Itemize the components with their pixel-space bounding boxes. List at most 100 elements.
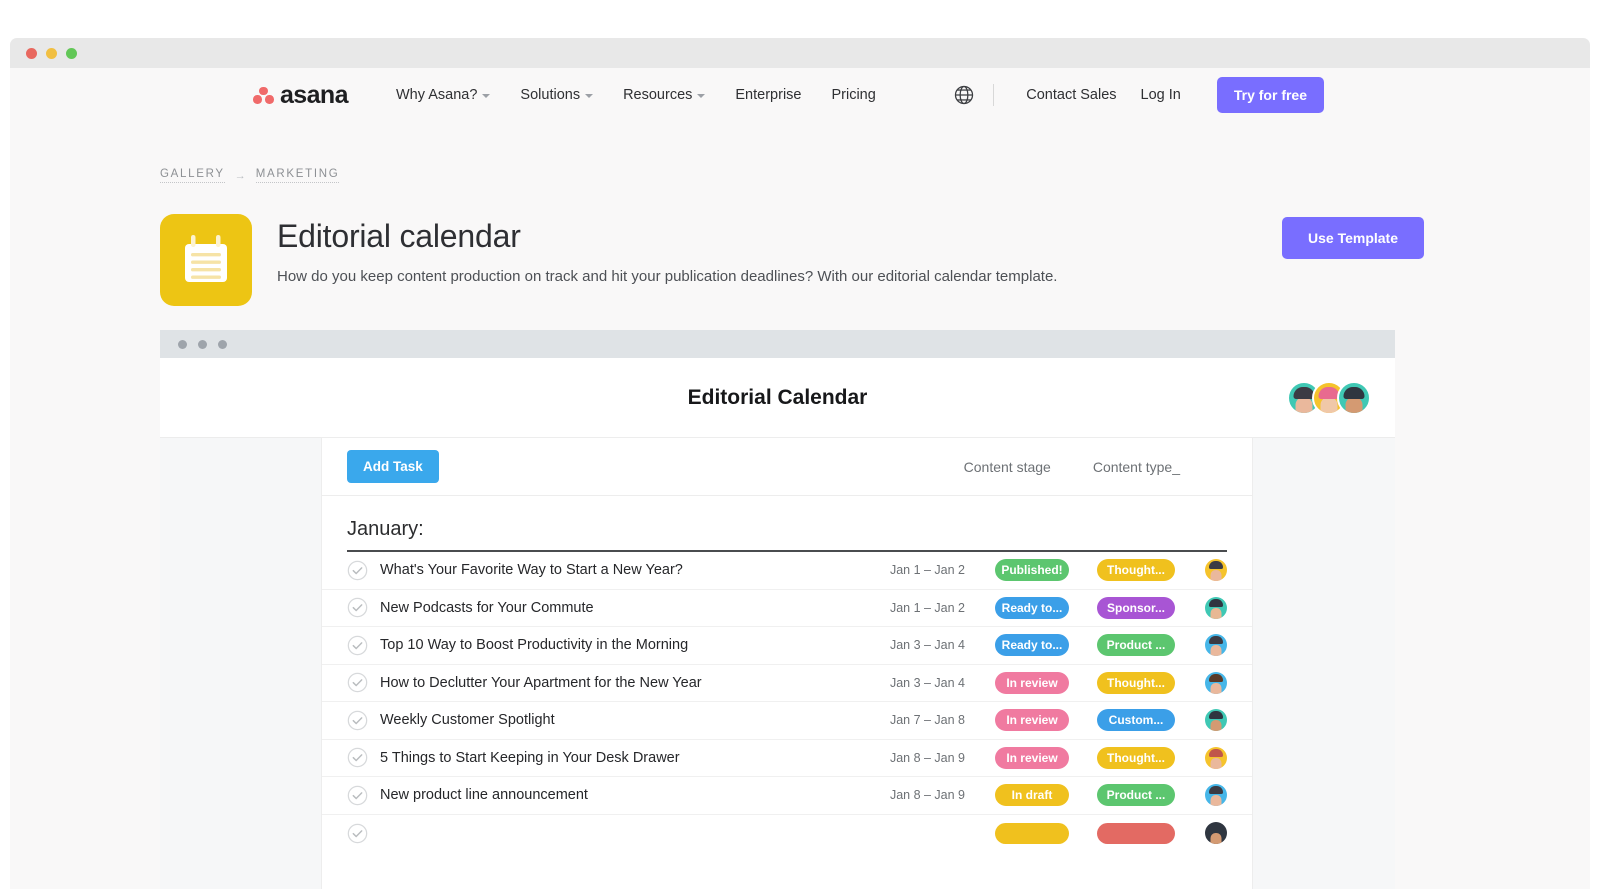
content-type-tag[interactable]: Product ... xyxy=(1097,634,1175,657)
use-template-button[interactable]: Use Template xyxy=(1282,217,1424,259)
task-row[interactable] xyxy=(322,815,1252,853)
browser-titlebar xyxy=(10,38,1590,68)
app-window-maximize-button[interactable] xyxy=(218,339,227,349)
content-stage-tag[interactable]: In review xyxy=(995,709,1069,732)
task-complete-checkbox-icon[interactable] xyxy=(347,560,368,581)
globe-icon[interactable] xyxy=(953,84,975,106)
content-stage-tag[interactable] xyxy=(995,822,1069,844)
app-window-close-button[interactable] xyxy=(178,339,187,349)
task-row[interactable]: Top 10 Way to Boost Productivity in the … xyxy=(322,627,1252,665)
task-date-range[interactable]: Jan 3 – Jan 4 xyxy=(857,676,965,690)
breadcrumb-item-gallery[interactable]: GALLERY xyxy=(160,168,225,183)
task-date-range[interactable]: Jan 7 – Jan 8 xyxy=(857,713,965,727)
task-assignee-avatar[interactable] xyxy=(1205,709,1227,732)
try-for-free-button[interactable]: Try for free xyxy=(1216,77,1324,113)
task-complete-checkbox-icon[interactable] xyxy=(347,785,368,806)
task-assignee-avatar[interactable] xyxy=(1205,746,1227,769)
task-row[interactable]: What's Your Favorite Way to Start a New … xyxy=(322,552,1252,590)
nav-item-label: Pricing xyxy=(831,87,876,103)
nav-item-why-asana[interactable]: Why Asana? xyxy=(381,81,505,109)
content-type-tag[interactable]: Thought... xyxy=(1097,671,1175,694)
content-stage-tag[interactable]: Ready to... xyxy=(995,634,1069,657)
task-date-range[interactable]: Jan 8 – Jan 9 xyxy=(857,751,965,765)
breadcrumb-item-marketing[interactable]: MARKETING xyxy=(255,168,340,183)
add-task-button[interactable]: Add Task xyxy=(347,450,439,483)
month-section-header: January: xyxy=(322,496,1252,552)
task-assignee-avatar[interactable] xyxy=(1205,784,1227,807)
task-title[interactable]: New product line announcement xyxy=(380,787,857,803)
content-stage-tag[interactable]: In review xyxy=(995,671,1069,694)
log-in-link[interactable]: Log In xyxy=(1129,81,1193,109)
avatar-face xyxy=(1210,570,1222,582)
nav-links: Why Asana? Solutions Resources Enterpris… xyxy=(381,81,891,109)
task-toolbar: Add Task Content stage Content type_ xyxy=(322,438,1252,496)
app-window-minimize-button[interactable] xyxy=(198,339,207,349)
task-assignee-avatar[interactable] xyxy=(1205,634,1227,657)
task-complete-checkbox-icon[interactable] xyxy=(347,597,368,618)
task-date-range[interactable]: Jan 1 – Jan 2 xyxy=(857,601,965,615)
task-row[interactable]: Weekly Customer Spotlight Jan 7 – Jan 8 In… xyxy=(322,702,1252,740)
content-type-tag[interactable]: Thought... xyxy=(1097,559,1175,582)
task-title[interactable]: Weekly Customer Spotlight xyxy=(380,712,857,728)
avatar-hair xyxy=(1209,824,1223,833)
nav-item-enterprise[interactable]: Enterprise xyxy=(720,81,816,109)
content-stage-tag[interactable]: In review xyxy=(995,746,1069,769)
column-headers: Content stage Content type_ xyxy=(964,459,1180,475)
avatar-face xyxy=(1210,833,1222,845)
task-row[interactable]: 5 Things to Start Keeping in Your Desk D… xyxy=(322,740,1252,777)
avatar-hair xyxy=(1209,711,1223,720)
task-complete-checkbox-icon[interactable] xyxy=(347,635,368,656)
task-complete-checkbox-icon[interactable] xyxy=(347,710,368,731)
task-row[interactable]: New Podcasts for Your Commute Jan 1 – Jan… xyxy=(322,590,1252,627)
task-complete-checkbox-icon[interactable] xyxy=(347,823,368,844)
task-assignee-avatar[interactable] xyxy=(1205,596,1227,619)
asana-logo[interactable]: asana xyxy=(253,81,348,110)
avatar-face xyxy=(1320,396,1338,413)
contact-sales-link[interactable]: Contact Sales xyxy=(1014,81,1128,109)
task-list-card: Add Task Content stage Content type_ Jan… xyxy=(322,438,1252,889)
task-row[interactable]: How to Declutter Your Apartment for the … xyxy=(322,665,1252,702)
avatar-hair xyxy=(1209,748,1223,757)
nav-item-solutions[interactable]: Solutions xyxy=(505,81,608,109)
column-header-content-stage[interactable]: Content stage xyxy=(964,459,1051,475)
avatar-face xyxy=(1210,682,1222,694)
task-title[interactable]: New Podcasts for Your Commute xyxy=(380,600,857,616)
task-date-range[interactable]: Jan 1 – Jan 2 xyxy=(857,563,965,577)
column-header-content-type[interactable]: Content type_ xyxy=(1093,459,1180,475)
avatar-face xyxy=(1210,795,1222,807)
nav-item-pricing[interactable]: Pricing xyxy=(816,81,890,109)
content-stage-tag[interactable]: Published! xyxy=(995,559,1069,582)
avatar-face xyxy=(1210,720,1222,732)
nav-item-label: Why Asana? xyxy=(396,87,478,103)
task-row[interactable]: New product line announcement Jan 8 – Jan… xyxy=(322,777,1252,815)
window-minimize-button[interactable] xyxy=(46,47,57,59)
chevron-down-icon xyxy=(482,94,491,98)
task-title[interactable]: Top 10 Way to Boost Productivity in the … xyxy=(380,637,857,653)
task-title[interactable]: 5 Things to Start Keeping in Your Desk D… xyxy=(380,750,857,766)
nav-item-label: Enterprise xyxy=(735,87,802,103)
task-title[interactable]: What's Your Favorite Way to Start a New … xyxy=(380,562,857,578)
task-complete-checkbox-icon[interactable] xyxy=(347,672,368,693)
window-close-button[interactable] xyxy=(26,47,37,59)
window-maximize-button[interactable] xyxy=(66,47,77,59)
task-date-range[interactable]: Jan 3 – Jan 4 xyxy=(857,638,965,652)
nav-item-resources[interactable]: Resources xyxy=(608,81,720,109)
content-type-tag[interactable]: Thought... xyxy=(1097,746,1175,769)
collaborator-avatars xyxy=(1287,380,1371,415)
avatar-face xyxy=(1345,396,1363,413)
task-complete-checkbox-icon[interactable] xyxy=(347,747,368,768)
app-body: Add Task Content stage Content type_ Jan… xyxy=(160,438,1395,889)
content-type-tag[interactable] xyxy=(1097,822,1175,844)
content-stage-tag[interactable]: In draft xyxy=(995,784,1069,807)
task-assignee-avatar[interactable] xyxy=(1205,559,1227,582)
task-assignee-avatar[interactable] xyxy=(1205,671,1227,694)
content-type-tag[interactable]: Product ... xyxy=(1097,784,1175,807)
task-title[interactable]: How to Declutter Your Apartment for the … xyxy=(380,675,857,691)
content-stage-tag[interactable]: Ready to... xyxy=(995,596,1069,619)
content-type-tag[interactable]: Custom... xyxy=(1097,709,1175,732)
content-type-tag[interactable]: Sponsor... xyxy=(1097,596,1175,619)
avatar[interactable] xyxy=(1337,380,1371,415)
task-assignee-avatar[interactable] xyxy=(1205,822,1227,845)
avatar-face xyxy=(1210,645,1222,657)
task-date-range[interactable]: Jan 8 – Jan 9 xyxy=(857,788,965,802)
